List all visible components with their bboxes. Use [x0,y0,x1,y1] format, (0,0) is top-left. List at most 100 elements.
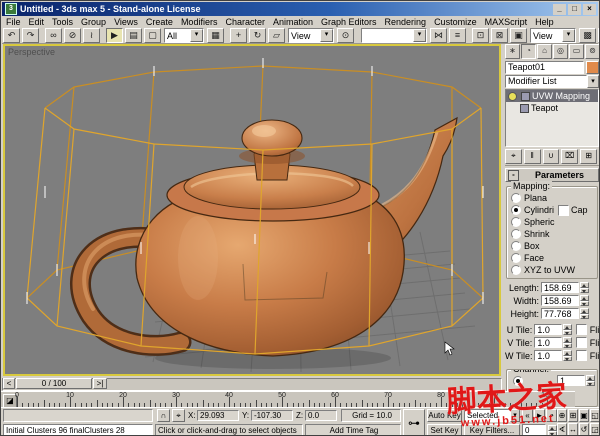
zoom-extents-button[interactable]: ▣ [579,409,589,422]
arc-rotate-button[interactable]: ↺ [579,423,589,436]
auto-key-button[interactable]: Auto Key [427,409,462,422]
height-field[interactable]: 77.768 [541,308,579,319]
zoom-button[interactable]: ⊕ [557,409,567,422]
select-and-link-icon[interactable]: ∞ [45,28,62,43]
select-by-name-icon[interactable]: ▤ [125,28,142,43]
mapping-option-face[interactable]: Face [511,252,595,264]
vtile-spinner[interactable] [563,337,572,348]
mapping-option-cylindri[interactable]: CylindriCap [511,204,595,216]
object-name-field[interactable]: Teapot01 [505,61,584,74]
time-config-button[interactable]: ◔ [546,409,557,422]
utile-field[interactable]: 1.0 [534,324,561,335]
tab-create[interactable]: ∗ [505,44,520,59]
pan-button[interactable]: ↔ [568,423,578,436]
wtile-field[interactable]: 1.0 [534,350,561,361]
rollout-collapse-icon[interactable]: - [508,170,519,181]
maximize-button[interactable]: □ [568,4,581,15]
teapot-object[interactable] [80,118,457,369]
min-max-toggle-button[interactable]: ◲ [590,423,600,436]
mirror-icon[interactable]: ⋈ [430,28,447,43]
parameters-rollout-header[interactable]: - Parameters [505,168,599,182]
menu-animation[interactable]: Animation [269,17,317,27]
frame-spinner[interactable] [548,425,557,436]
menu-create[interactable]: Create [142,17,177,27]
window-crossing-icon[interactable]: ▦ [207,28,224,43]
dropdown-arrow-icon[interactable]: ▾ [320,29,333,42]
schematic-view-icon[interactable]: ⊠ [491,28,508,43]
key-mode-dropdown[interactable]: Selected [464,409,510,422]
select-and-scale-icon[interactable]: ▱ [268,28,285,43]
dropdown-arrow-icon[interactable]: ▾ [587,75,599,88]
radio-plana[interactable] [511,193,521,203]
stack-row[interactable]: Teapot [506,102,598,114]
named-selection-sets-dropdown[interactable]: ▾ [361,28,427,43]
tab-modify[interactable]: ◔ [521,44,536,59]
vtile-flip-checkbox[interactable] [576,337,587,348]
mapping-option-xyz-to-uvw[interactable]: XYZ to UVW [511,264,595,276]
viewport-label[interactable]: Perspective [8,47,55,57]
height-spinner[interactable] [580,308,589,319]
selection-lock-icon[interactable]: ∩ [157,409,170,422]
redo-icon[interactable]: ↷ [22,28,39,43]
map-channel-radio[interactable] [513,376,523,386]
tab-motion[interactable]: ◎ [553,44,568,59]
utile-flip-checkbox[interactable] [576,324,587,335]
select-and-rotate-icon[interactable]: ↻ [249,28,266,43]
map-channel-field[interactable]: 1 [557,375,585,386]
menu-customize[interactable]: Customize [430,17,481,27]
curve-editor-icon[interactable]: ⊡ [472,28,489,43]
utile-spinner[interactable] [563,324,572,335]
tab-display[interactable]: ▭ [569,44,584,59]
configure-modifier-sets-button[interactable]: ⊞ [580,149,597,164]
radio-shrink[interactable] [511,229,521,239]
play-button[interactable]: ► [534,409,545,422]
menu-help[interactable]: Help [531,17,558,27]
menu-maxscript[interactable]: MAXScript [481,17,532,27]
maxscript-listener-field[interactable]: Initial Clusters 96 finalClusters 28 [3,424,153,436]
mapping-option-box[interactable]: Box [511,240,595,252]
menu-tools[interactable]: Tools [48,17,77,27]
selection-filter-dropdown[interactable]: All▾ [164,28,204,43]
y-coord-field[interactable]: -107.30 [251,410,293,421]
radio-face[interactable] [511,253,521,263]
close-button[interactable]: × [583,4,596,15]
material-editor-icon[interactable]: ▣ [510,28,527,43]
key-filters-button[interactable]: Key Filters... [464,424,520,436]
align-icon[interactable]: ≡ [449,28,466,43]
width-field[interactable]: 158.69 [541,295,579,306]
select-and-move-icon[interactable]: + [230,28,247,43]
radio-xyz-to-uvw[interactable] [511,265,521,275]
add-time-tag[interactable]: Add Time Tag [305,424,401,436]
remove-modifier-button[interactable]: ⌧ [561,149,578,164]
wtile-spinner[interactable] [563,350,572,361]
length-spinner[interactable] [580,282,589,293]
mapping-option-plana[interactable]: Plana [511,192,595,204]
go-to-start-button[interactable]: « [522,409,533,422]
bind-to-space-warp-icon[interactable]: ≀ [83,28,100,43]
wtile-flip-checkbox[interactable] [576,350,587,361]
radio-spheric[interactable] [511,217,521,227]
cap-checkbox[interactable] [558,205,569,216]
dropdown-arrow-icon[interactable]: ▾ [562,29,575,42]
transform-type-in-icon[interactable]: ⌖ [172,409,185,422]
zoom-all-button[interactable]: ⊞ [568,409,578,422]
modifier-stack[interactable]: UVW MappingTeapot [505,89,599,147]
menu-rendering[interactable]: Rendering [381,17,431,27]
rectangular-selection-region-icon[interactable]: ▢ [144,28,161,43]
width-spinner[interactable] [580,295,589,306]
dropdown-arrow-icon[interactable]: ▾ [190,29,203,42]
next-frame-button[interactable]: >| [93,378,107,389]
title-bar[interactable]: 3 Untitled - 3ds max 5 - Stand-alone Lic… [2,2,598,16]
modifier-list-dropdown[interactable]: Modifier List [505,75,587,88]
key-icon[interactable]: ⊶ [403,409,425,436]
undo-icon[interactable]: ↶ [3,28,20,43]
x-coord-field[interactable]: 29.093 [197,410,239,421]
modifier-enable-bulb-icon[interactable] [508,92,517,101]
object-color-swatch[interactable] [586,61,599,74]
menu-views[interactable]: Views [110,17,142,27]
tab-utilities[interactable]: ⊚ [585,44,600,59]
unlink-selection-icon[interactable]: ⊘ [64,28,81,43]
menu-edit[interactable]: Edit [25,17,49,27]
dropdown-arrow-icon[interactable]: ▾ [413,29,426,42]
show-end-result-button[interactable]: ‖ [524,149,541,164]
